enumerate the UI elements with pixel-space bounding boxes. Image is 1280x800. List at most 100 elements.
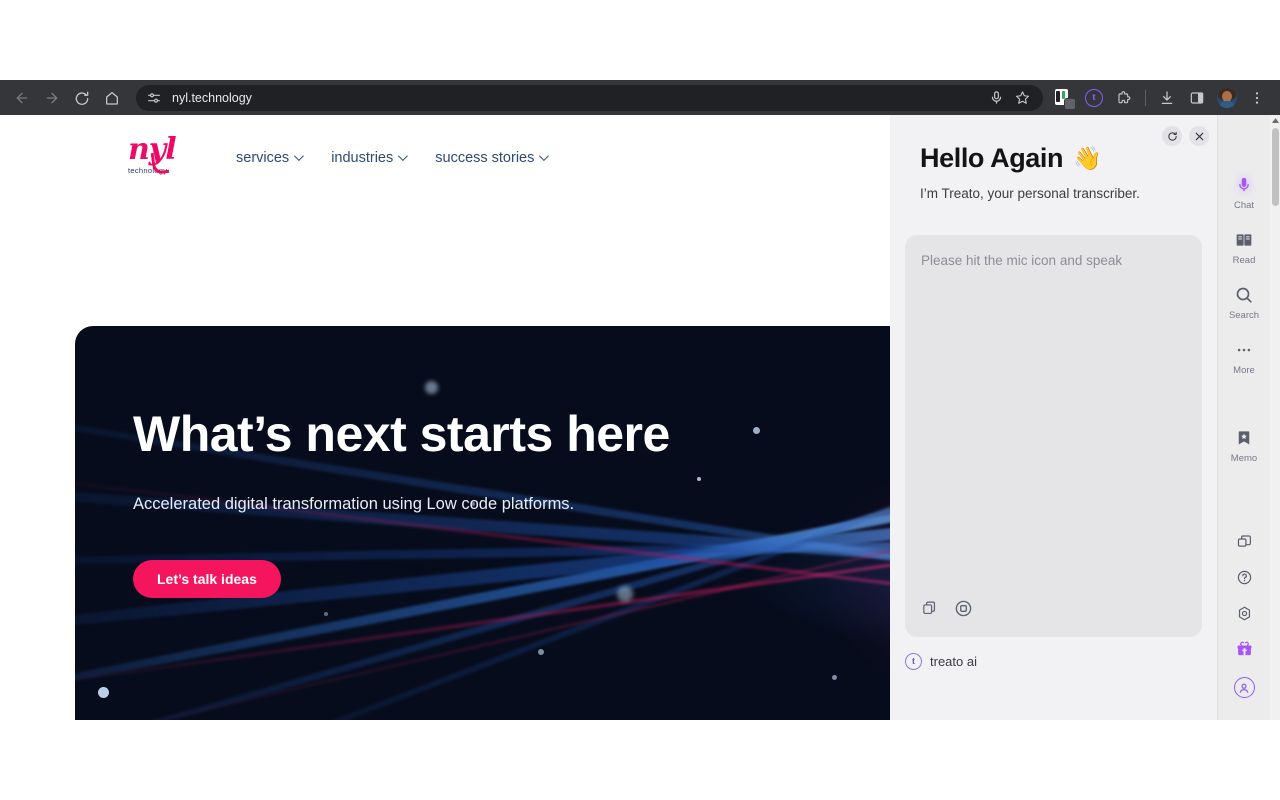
sliders-icon <box>148 92 160 103</box>
rail-item-label: Chat <box>1233 200 1255 211</box>
book-glyph <box>1236 234 1252 246</box>
help-circle-icon <box>1236 569 1253 591</box>
treato-extension-button[interactable]: t <box>1081 85 1107 111</box>
arrow-right-icon <box>46 92 58 103</box>
scrollbar-thumb[interactable] <box>1271 128 1279 206</box>
panel-title-text: Hello Again <box>920 143 1064 173</box>
arrow-left-icon <box>16 92 28 103</box>
page-scrollbar[interactable] <box>1270 115 1280 720</box>
close-icon[interactable] <box>1189 126 1209 146</box>
close-glyph <box>1195 132 1203 140</box>
voice-search-icon[interactable] <box>985 87 1007 109</box>
rail-item-read[interactable]: Read <box>1218 228 1270 266</box>
hero-cta-button[interactable]: Let’s talk ideas <box>133 559 281 598</box>
rail-item-search[interactable]: Search <box>1218 283 1270 321</box>
treato-rail: Chat Read Search More Memo <box>1217 115 1270 720</box>
hero-title: What’s next starts here <box>133 406 670 462</box>
treato-panel-main: Hello Again 👋 I’m Treato, your personal … <box>890 115 1217 720</box>
address-bar[interactable]: nyl.technology <box>136 84 1043 111</box>
account-circle-icon <box>1233 677 1255 698</box>
side-panel-button[interactable] <box>1184 85 1210 111</box>
extensions-button[interactable] <box>1111 85 1137 111</box>
search-glyph <box>1236 287 1252 303</box>
browser-toolbar: nyl.technology t <box>0 80 1280 115</box>
back-button[interactable] <box>8 84 36 112</box>
refresh-glyph <box>1167 131 1177 141</box>
chevron-down-icon <box>294 151 305 162</box>
site-settings-icon[interactable] <box>146 90 162 106</box>
microphone-glyph <box>1239 177 1249 192</box>
download-icon <box>1161 90 1173 104</box>
treato-branding: t treato ai <box>905 653 977 670</box>
panel-window-controls <box>1162 126 1209 146</box>
caret-up-icon <box>1271 118 1279 123</box>
transcript-actions <box>921 599 973 623</box>
panel-title: Hello Again 👋 <box>920 143 1193 174</box>
copy-glyph <box>923 601 936 615</box>
note-extension-icon <box>1051 85 1077 111</box>
rail-item-label: More <box>1233 365 1255 376</box>
chevron-down-icon <box>398 151 409 162</box>
profile-button[interactable] <box>1214 85 1240 111</box>
bookmark-star-glyph <box>1238 431 1250 445</box>
bookmark-star-button[interactable] <box>1011 87 1033 109</box>
side-panel-icon <box>1190 91 1204 104</box>
nav-item-label: industries <box>331 149 394 166</box>
rail-item-more[interactable]: More <box>1218 338 1270 376</box>
reload-button[interactable] <box>68 84 96 112</box>
record-stop-icon[interactable] <box>954 599 973 623</box>
windows-copy-icon <box>1236 533 1253 555</box>
treato-side-panel: Hello Again 👋 I’m Treato, your personal … <box>890 115 1270 720</box>
nav-item-services[interactable]: services <box>236 150 305 166</box>
panel-subtitle: I’m Treato, your personal transcriber. <box>920 186 1140 201</box>
chevron-down-icon <box>539 151 550 162</box>
microphone-icon <box>991 91 1001 104</box>
treato-icon: t <box>905 653 922 670</box>
gift-icon <box>1236 641 1253 663</box>
ellipsis-glyph <box>1237 348 1251 352</box>
star-icon <box>1015 91 1029 104</box>
gift-glyph <box>1237 641 1251 656</box>
nav-item-industries[interactable]: industries <box>331 149 409 166</box>
avatar <box>1217 87 1237 108</box>
treato-branding-label: treato ai <box>930 654 977 669</box>
rail-windows-button[interactable] <box>1218 533 1270 555</box>
rail-item-chat[interactable]: Chat <box>1218 173 1270 211</box>
rail-item-label: Search <box>1228 310 1260 321</box>
home-button[interactable] <box>98 84 126 112</box>
rail-gift-button[interactable] <box>1218 641 1270 663</box>
downloads-button[interactable] <box>1154 85 1180 111</box>
account-glyph <box>1239 683 1249 693</box>
microphone-icon <box>1235 173 1253 197</box>
address-bar-url: nyl.technology <box>172 90 252 105</box>
book-icon <box>1235 228 1253 252</box>
record-glyph <box>955 600 972 617</box>
rail-item-memo[interactable]: Memo <box>1218 426 1270 464</box>
hero-subtitle: Accelerated digital transformation using… <box>133 495 575 513</box>
windows-copy-glyph <box>1237 535 1251 547</box>
copy-icon[interactable] <box>921 600 938 622</box>
help-glyph <box>1237 570 1251 585</box>
rail-help-button[interactable] <box>1218 569 1270 591</box>
bookmark-star-icon <box>1235 426 1253 450</box>
kebab-menu-icon <box>1255 91 1259 104</box>
scroll-up-arrow[interactable] <box>1270 115 1280 126</box>
screen-top-padding <box>0 0 1280 80</box>
chrome-menu-button[interactable] <box>1244 85 1270 111</box>
refresh-icon[interactable] <box>1162 126 1182 146</box>
nyl-logo[interactable]: nyl technology <box>128 134 190 181</box>
toolbar-divider <box>1145 89 1146 106</box>
settings-hexagon-icon <box>1236 605 1253 627</box>
extension-note-button[interactable] <box>1051 85 1077 111</box>
settings-glyph <box>1238 606 1250 621</box>
transcript-placeholder: Please hit the mic icon and speak <box>921 253 1123 268</box>
rail-account-button[interactable] <box>1218 677 1270 698</box>
hero-content: What’s next starts here Accelerated digi… <box>133 406 693 598</box>
transcript-area[interactable]: Please hit the mic icon and speak <box>905 235 1202 637</box>
rail-item-label: Memo <box>1230 453 1258 464</box>
nav-item-success-stories[interactable]: success stories <box>435 150 550 166</box>
forward-button[interactable] <box>38 84 66 112</box>
search-icon <box>1234 283 1254 307</box>
rail-settings-button[interactable] <box>1218 605 1270 627</box>
puzzle-icon <box>1118 90 1131 103</box>
